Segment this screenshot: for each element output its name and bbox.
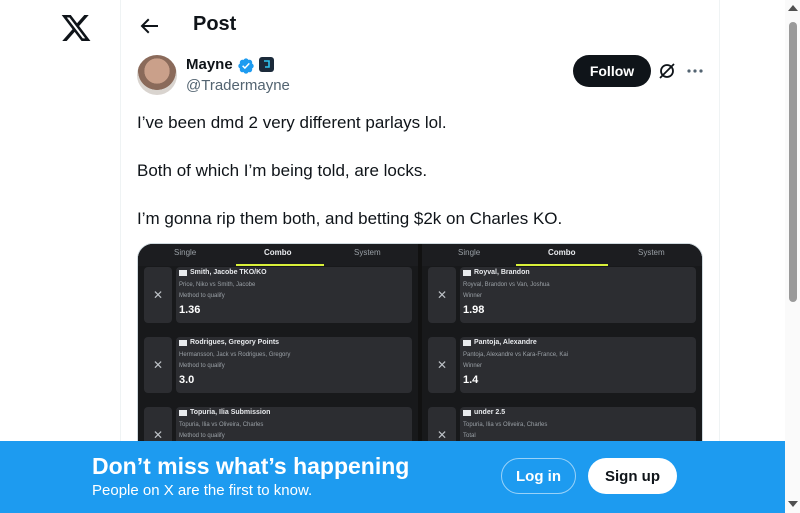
post-text-line: I’ve been dmd 2 very different parlays l… xyxy=(137,113,447,132)
remove-leg-icon: ✕ xyxy=(428,337,456,393)
leg-odds: 1.4 xyxy=(463,374,479,386)
ufc-badge-icon xyxy=(179,340,187,346)
banner-subtitle: People on X are the first to know. xyxy=(92,482,313,499)
bet-slip-tabs: Single Combo System xyxy=(422,244,702,266)
bet-slip-tabs: Single Combo System xyxy=(138,244,418,266)
login-button[interactable]: Log in xyxy=(501,458,576,494)
author-name[interactable]: Mayne xyxy=(186,56,233,73)
remove-leg-icon: ✕ xyxy=(144,337,172,393)
leg-matchup: Topuria, Ilia vs Oliveira, Charles xyxy=(179,422,264,428)
leg-title: Smith, Jacobe TKO/KO xyxy=(190,269,267,276)
tab-combo: Combo xyxy=(548,248,576,257)
leg-odds: 1.36 xyxy=(179,304,201,316)
avatar[interactable] xyxy=(137,55,177,95)
leg-title: Rodrigues, Gregory Points xyxy=(190,339,280,346)
leg-matchup: Pantoja, Alexandre vs Kara-France, Kai xyxy=(463,352,569,358)
leg-market: Winner xyxy=(463,363,483,369)
signup-button[interactable]: Sign up xyxy=(588,458,677,494)
leg-market: Total xyxy=(463,433,476,439)
leg-matchup: Topuria, Ilia vs Oliveira, Charles xyxy=(463,422,548,428)
bet-leg: ✕ Smith, Jacobe TKO/KO Price, Niko vs Sm… xyxy=(144,267,412,325)
bet-leg: ✕ Royval, Brandon Royval, Brandon vs Van… xyxy=(428,267,696,325)
author-handle[interactable]: @Tradermayne xyxy=(186,77,290,94)
tab-system: System xyxy=(638,248,665,257)
leg-matchup: Price, Niko vs Smith, Jacobe xyxy=(179,282,256,288)
leg-market: Method to qualify xyxy=(179,433,225,439)
verified-badge-icon xyxy=(238,58,254,74)
primary-column: Post Mayne @Tradermayne Follow I’ve been… xyxy=(120,0,720,513)
leg-odds: 1.98 xyxy=(463,304,485,316)
bet-leg-card: Smith, Jacobe TKO/KO Price, Niko vs Smit… xyxy=(176,267,412,323)
leg-title: Topuria, Ilia Submission xyxy=(190,409,271,416)
tab-combo: Combo xyxy=(264,248,292,257)
leg-title: Royval, Brandon xyxy=(474,269,530,276)
remove-leg-icon: ✕ xyxy=(144,267,172,323)
leg-market: Winner xyxy=(463,293,483,299)
scrollbar-thumb[interactable] xyxy=(789,22,797,302)
tab-single: Single xyxy=(174,248,197,257)
leg-odds: 3.0 xyxy=(179,374,195,386)
ufc-badge-icon xyxy=(179,410,187,416)
remove-leg-icon: ✕ xyxy=(428,267,456,323)
x-logo-icon[interactable] xyxy=(60,12,92,44)
ufc-badge-icon xyxy=(463,410,471,416)
back-arrow-icon[interactable] xyxy=(137,14,161,38)
grok-icon[interactable] xyxy=(657,61,677,81)
active-tab-indicator xyxy=(516,264,608,266)
post-header: Post xyxy=(121,0,720,53)
bet-leg-card: Royval, Brandon Royval, Brandon vs Van, … xyxy=(460,267,696,323)
post-text-line: Both of which I’m being told, are locks. xyxy=(137,161,428,180)
ufc-badge-icon xyxy=(179,270,187,276)
tab-system: System xyxy=(354,248,381,257)
bet-leg-card: Pantoja, Alexandre Pantoja, Alexandre vs… xyxy=(460,337,696,393)
leg-market: Method to qualify xyxy=(179,363,225,369)
more-options-icon[interactable] xyxy=(685,61,705,81)
login-banner: Don’t miss what’s happening People on X … xyxy=(0,441,785,513)
leg-market: Method to qualify xyxy=(179,293,225,299)
scroll-down-icon[interactable] xyxy=(788,501,798,507)
scrollbar[interactable] xyxy=(785,0,800,513)
ufc-badge-icon xyxy=(463,340,471,346)
bet-leg: ✕ Pantoja, Alexandre Pantoja, Alexandre … xyxy=(428,337,696,395)
post-text-line: I’m gonna rip them both, and betting $2k… xyxy=(137,209,563,228)
affiliate-badge-icon[interactable] xyxy=(259,57,274,72)
bet-leg-card: Rodrigues, Gregory Points Hermansson, Ja… xyxy=(176,337,412,393)
banner-title: Don’t miss what’s happening xyxy=(92,453,410,479)
active-tab-indicator xyxy=(236,264,324,266)
bet-leg: ✕ Rodrigues, Gregory Points Hermansson, … xyxy=(144,337,412,395)
tab-single: Single xyxy=(458,248,481,257)
scroll-up-icon[interactable] xyxy=(788,5,798,11)
page-title: Post xyxy=(193,13,237,35)
ufc-badge-icon xyxy=(463,270,471,276)
leg-title: under 2.5 xyxy=(474,409,506,416)
follow-button[interactable]: Follow xyxy=(573,55,651,87)
leg-matchup: Royval, Brandon vs Van, Joshua xyxy=(463,282,550,288)
leg-matchup: Hermansson, Jack vs Rodrigues, Gregory xyxy=(179,352,291,358)
leg-title: Pantoja, Alexandre xyxy=(474,339,537,346)
